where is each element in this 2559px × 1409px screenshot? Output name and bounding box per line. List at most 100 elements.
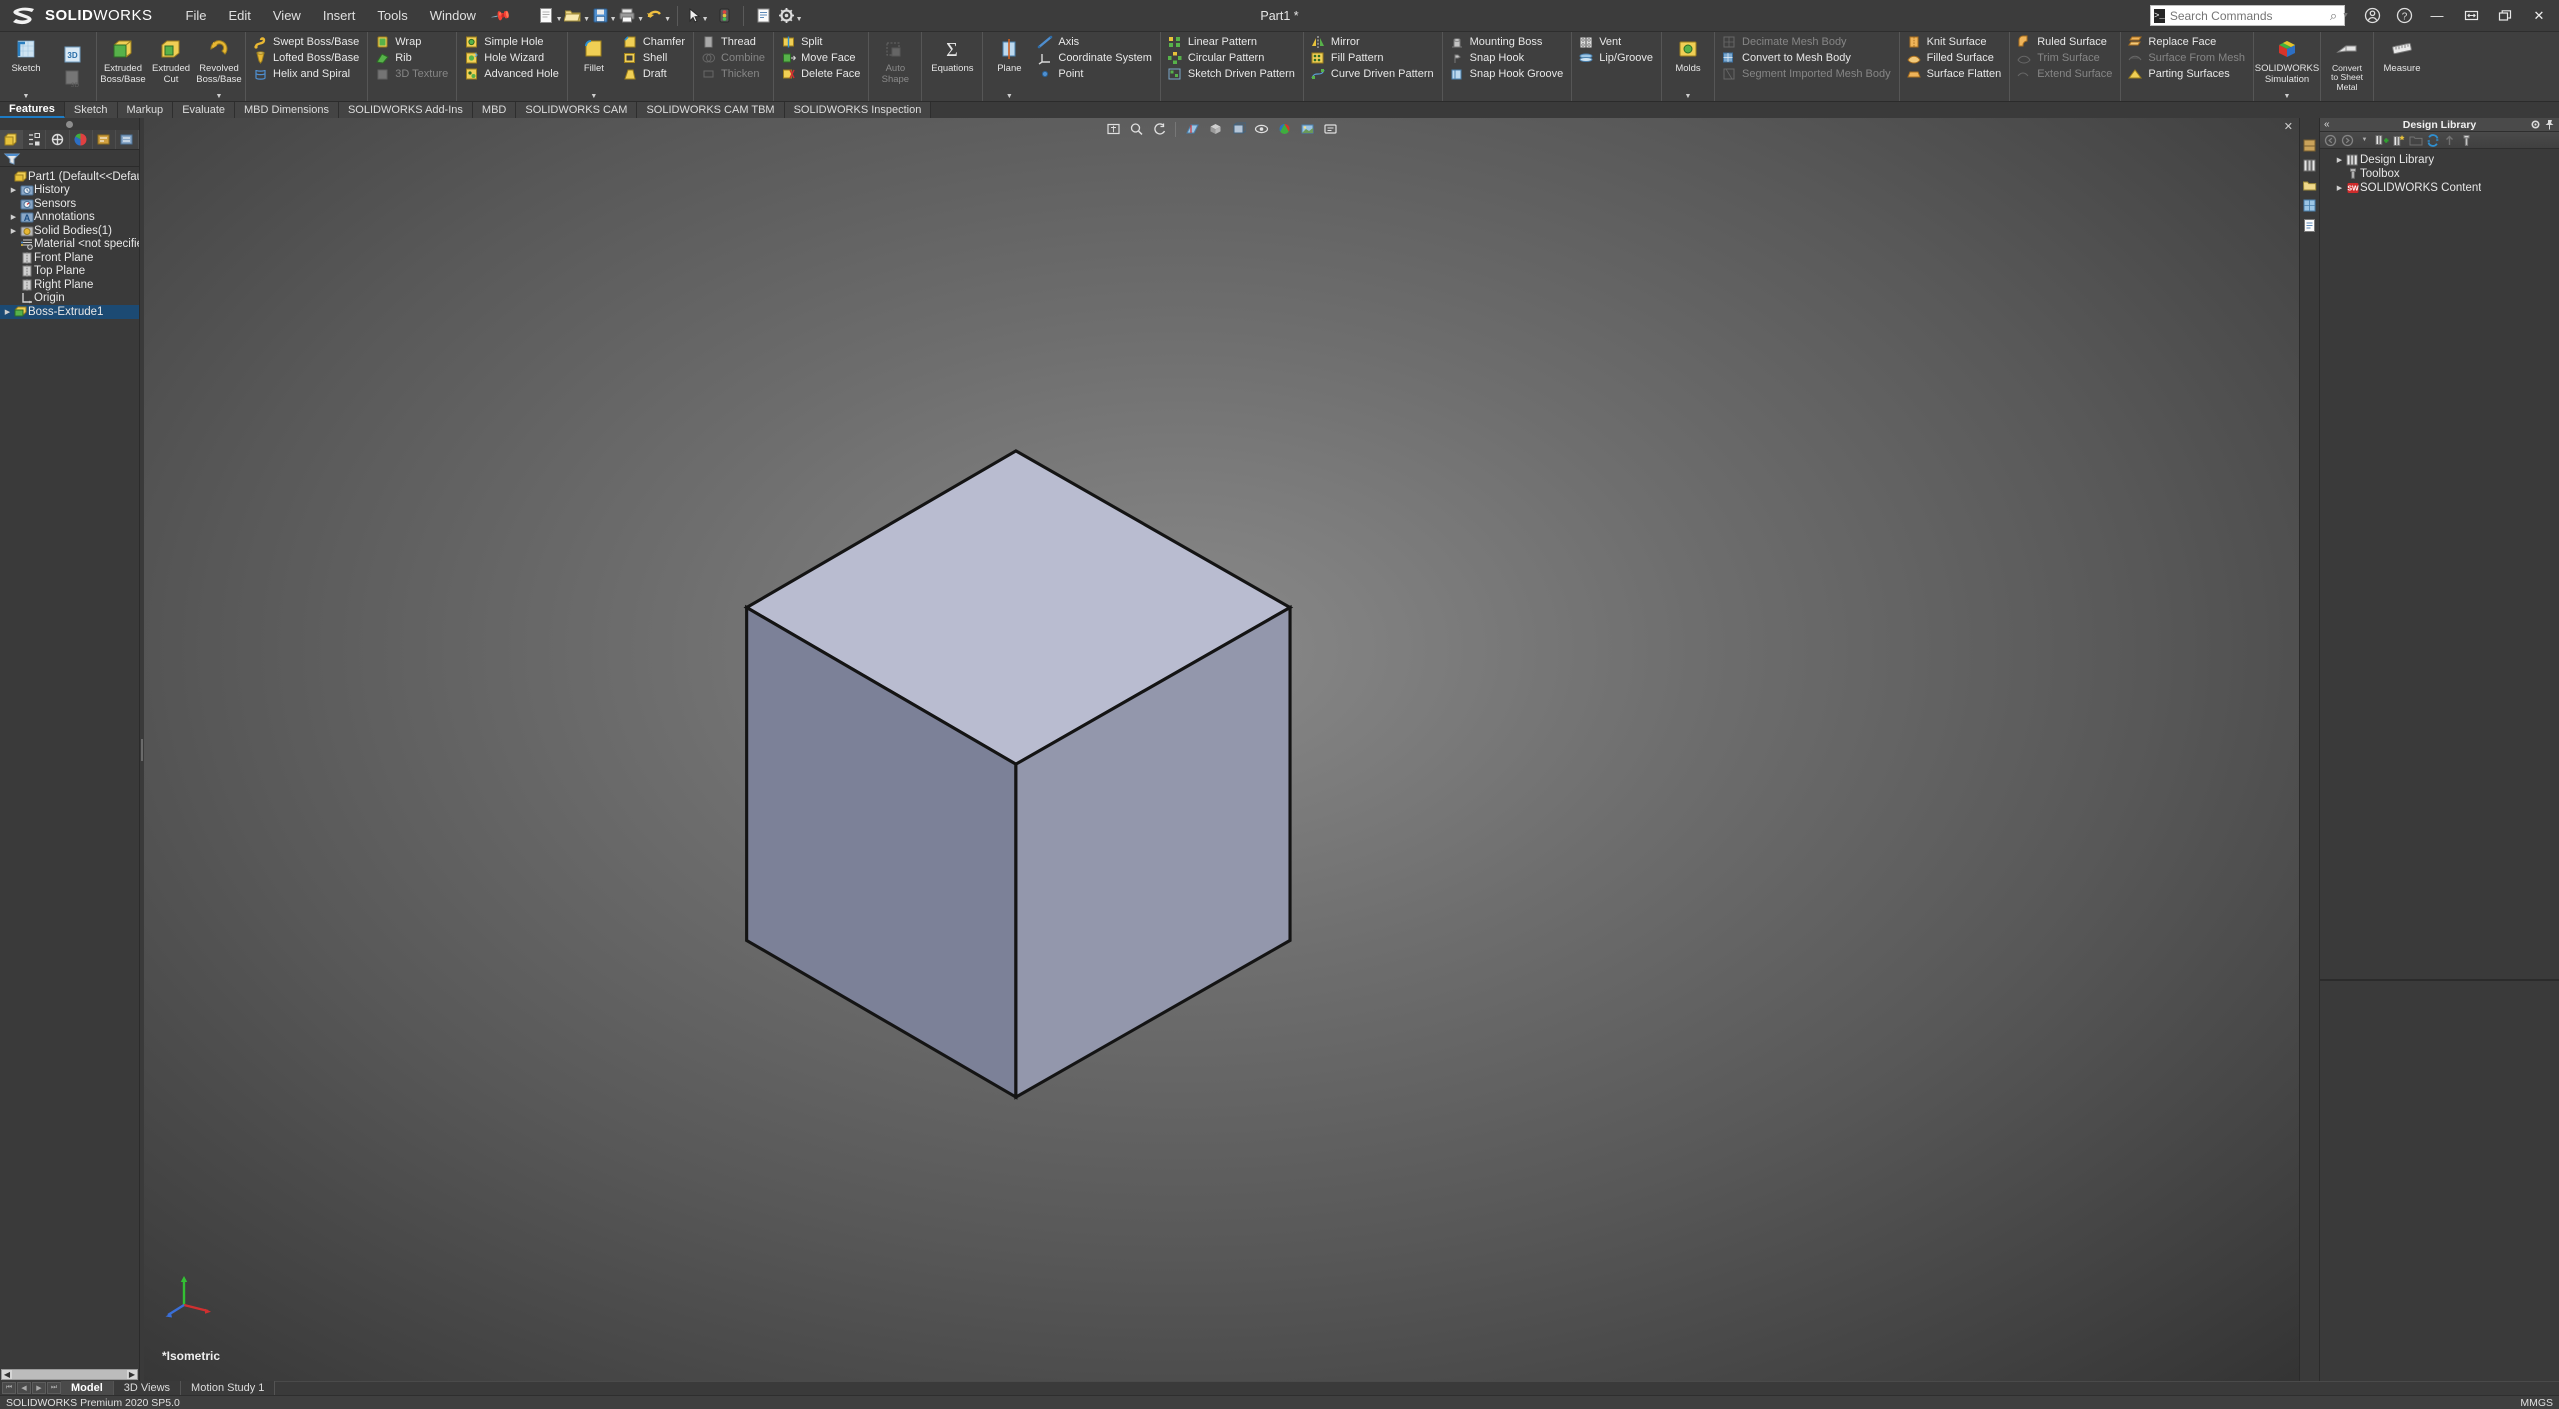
edit-appearance-button[interactable]	[1273, 119, 1295, 139]
forward-button[interactable]	[2340, 133, 2355, 148]
apply-scene-button[interactable]	[1296, 119, 1318, 139]
revolved-boss-base-button[interactable]: Revolved Boss/Base ▼	[195, 32, 243, 101]
expand-arrow-design-library[interactable]: ▶	[2334, 156, 2345, 164]
status-units[interactable]: MMGS	[2520, 1397, 2553, 1409]
menu-window[interactable]: Window	[419, 3, 487, 28]
menu-edit[interactable]: Edit	[217, 3, 261, 28]
wrap-button[interactable]: Wrap	[371, 34, 453, 50]
shell-button[interactable]: Shell	[619, 50, 690, 66]
open-document-button[interactable]: ▼	[564, 3, 590, 29]
panel-collapse-handle[interactable]	[0, 118, 139, 130]
library-item-toolbox[interactable]: Toolbox	[2320, 167, 2559, 181]
lofted-boss-base-button[interactable]: Lofted Boss/Base	[249, 50, 364, 66]
tab-solidworks-cam-tbm[interactable]: SOLIDWORKS CAM TBM	[637, 102, 785, 118]
thicken-button[interactable]: Thicken	[697, 66, 770, 82]
circular-pattern-button[interactable]: Circular Pattern	[1164, 50, 1300, 66]
library-item-design-library[interactable]: ▶ Design Library	[2320, 153, 2559, 167]
close-button[interactable]: ✕	[2523, 1, 2555, 31]
file-explorer-icon[interactable]	[2301, 176, 2319, 194]
tree-item-origin[interactable]: Origin	[0, 292, 139, 306]
search-input[interactable]	[2169, 8, 2325, 23]
up-arrow-icon[interactable]	[2442, 133, 2457, 148]
configuration-manager-tab[interactable]	[46, 130, 70, 149]
tab-mbd[interactable]: MBD	[472, 102, 517, 118]
rebuild-button[interactable]	[711, 3, 737, 29]
cube-model[interactable]	[144, 118, 2299, 1381]
point-button[interactable]: Point	[1034, 66, 1157, 82]
library-item-solidworks-content[interactable]: ▶ SW SOLIDWORKS Content	[2320, 181, 2559, 195]
draft-button[interactable]: Draft	[619, 66, 690, 82]
print-button[interactable]: ▼	[618, 3, 644, 29]
tree-item-material[interactable]: Material <not specified>	[0, 238, 139, 252]
first-tab-button[interactable]: ⏮	[2, 1382, 16, 1394]
select-button[interactable]: ▼	[684, 3, 710, 29]
auto-shape-button[interactable]: Auto Shape	[871, 32, 919, 101]
tab-features[interactable]: Features	[0, 102, 65, 118]
last-tab-button[interactable]: ⏭	[47, 1382, 61, 1394]
trim-surface-button[interactable]: Trim Surface	[2013, 50, 2117, 66]
search-commands-box[interactable]: >_ ⌕ ▼	[2150, 5, 2349, 26]
property-manager-tab[interactable]	[23, 130, 47, 149]
options-gear-button[interactable]: ▼	[777, 3, 803, 29]
scroll-left-arrow[interactable]: ◀	[2, 1370, 12, 1379]
new-document-button[interactable]: ▼	[537, 3, 563, 29]
hole-wizard-button[interactable]: Hole Wizard	[460, 50, 564, 66]
restore-window-icon[interactable]	[2455, 1, 2487, 31]
zoom-to-fit-button[interactable]	[1102, 119, 1124, 139]
graphics-viewport[interactable]: ✕ *Isometric	[144, 118, 2299, 1381]
plane-button[interactable]: Plane ▼	[985, 32, 1033, 101]
tab-markup[interactable]: Markup	[117, 102, 174, 118]
custom-properties-icon[interactable]	[2301, 216, 2319, 234]
back-button[interactable]	[2323, 133, 2338, 148]
extend-surface-button[interactable]: Extend Surface	[2013, 66, 2117, 82]
cam-feature-tab[interactable]	[93, 130, 116, 149]
scroll-right-arrow[interactable]: ▶	[127, 1370, 137, 1379]
tree-item-top-plane[interactable]: Top Plane	[0, 265, 139, 279]
refresh-icon[interactable]	[2425, 133, 2440, 148]
tab-sketch[interactable]: Sketch	[64, 102, 118, 118]
filled-surface-button[interactable]: Filled Surface	[1903, 50, 2007, 66]
previous-view-button[interactable]	[1148, 119, 1170, 139]
snap-hook-groove-button[interactable]: Snap Hook Groove	[1446, 66, 1569, 82]
tree-item-sensors[interactable]: Sensors	[0, 197, 139, 211]
expand-arrow-sw-content[interactable]: ▶	[2334, 184, 2345, 192]
zoom-to-area-button[interactable]	[1125, 119, 1147, 139]
expand-arrow-solid-bodies[interactable]: ▶	[8, 227, 19, 235]
vent-button[interactable]: Vent	[1575, 34, 1658, 50]
tab-evaluate[interactable]: Evaluate	[173, 102, 235, 118]
help-question-icon[interactable]: ?	[2389, 3, 2419, 29]
swept-boss-base-button[interactable]: Swept Boss/Base	[249, 34, 364, 50]
snap-hook-button[interactable]: Snap Hook	[1446, 50, 1569, 66]
extruded-cut-button[interactable]: Extruded Cut	[147, 32, 195, 101]
fillet-button[interactable]: Fillet ▼	[570, 32, 618, 101]
dock-tab-model[interactable]: Model	[61, 1381, 114, 1395]
display-style-button[interactable]	[1227, 119, 1249, 139]
minimize-button[interactable]: —	[2421, 1, 2453, 31]
parting-surfaces-button[interactable]: Parting Surfaces	[2124, 66, 2250, 82]
tab-mbd-dimensions[interactable]: MBD Dimensions	[235, 102, 339, 118]
tree-item-history[interactable]: ▶ History	[0, 184, 139, 198]
feature-tree-filter[interactable]	[0, 150, 139, 167]
hide-show-items-button[interactable]	[1250, 119, 1272, 139]
feature-manager-tab[interactable]	[0, 130, 24, 149]
cam-operation-tab[interactable]	[116, 130, 140, 149]
new-folder-library-icon[interactable]	[2391, 133, 2406, 148]
sketch-button[interactable]: Sketch ▼	[2, 32, 50, 101]
undo-button[interactable]: ▼	[645, 3, 671, 29]
equations-button[interactable]: Σ Equations	[924, 32, 980, 101]
rib-button[interactable]: Rib	[371, 50, 453, 66]
maximize-window-icon[interactable]	[2489, 1, 2521, 31]
add-library-icon[interactable]	[2374, 133, 2389, 148]
decimate-mesh-body-button[interactable]: Decimate Mesh Body	[1718, 34, 1896, 50]
split-button[interactable]: Split	[777, 34, 865, 50]
appearances-icon[interactable]	[2301, 136, 2319, 154]
view-palette-icon[interactable]	[2301, 196, 2319, 214]
search-icon[interactable]: ⌕	[2330, 8, 2337, 24]
chamfer-button[interactable]: Chamfer	[619, 34, 690, 50]
display-manager-tab[interactable]	[70, 130, 93, 149]
3d-sketch-plane-icon[interactable]: 3D	[50, 67, 94, 91]
knit-surface-button[interactable]: Knit Surface	[1903, 34, 2007, 50]
menu-tools[interactable]: Tools	[366, 3, 418, 28]
lip-groove-button[interactable]: Lip/Groove	[1575, 50, 1658, 66]
tree-item-solid-bodies[interactable]: ▶ Solid Bodies(1)	[0, 224, 139, 238]
